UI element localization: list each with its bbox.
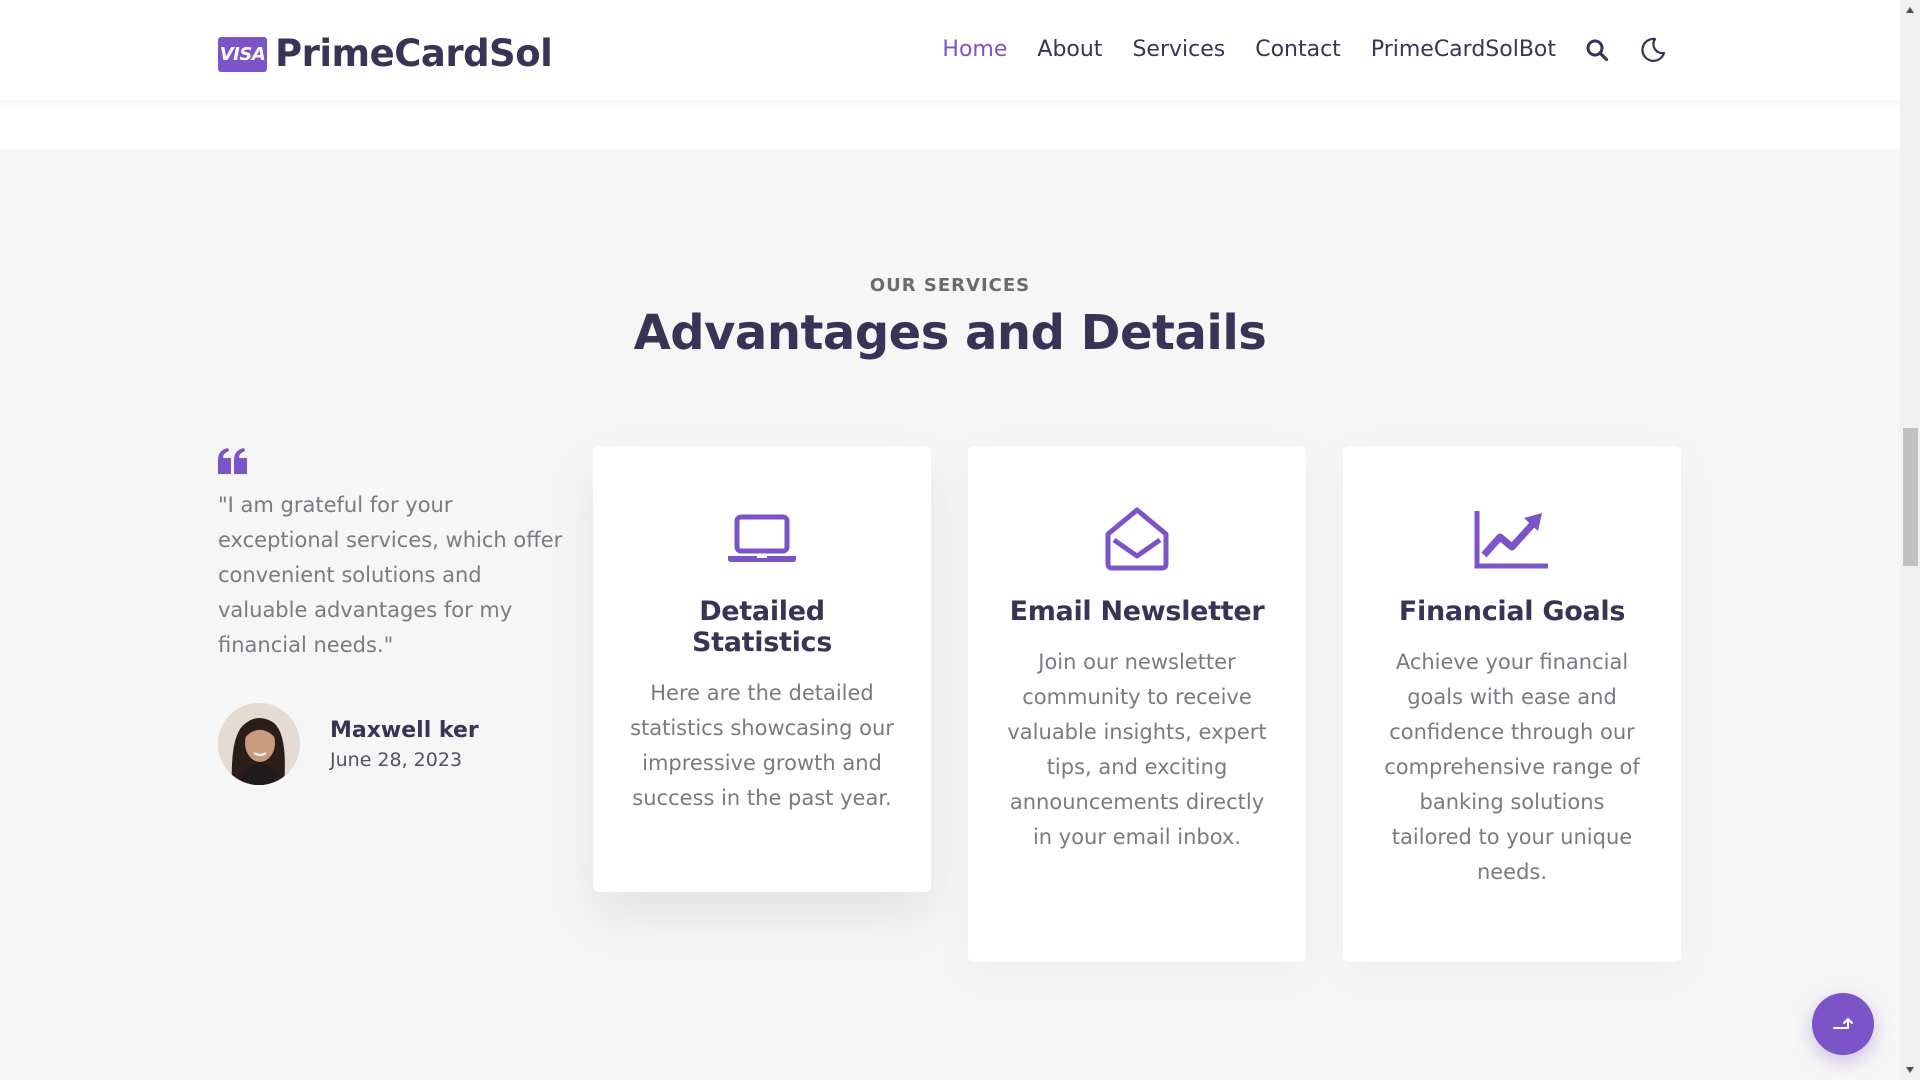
nav-home[interactable]: Home	[942, 30, 1007, 70]
nav-contact[interactable]: Contact	[1255, 30, 1341, 70]
card-text: Here are the detailed statistics showcas…	[630, 681, 894, 810]
site-header: VISA PrimeCardSol Home About Services Co…	[0, 0, 1900, 100]
main-nav: Home About Services Contact PrimeCardSol…	[912, 30, 1668, 70]
section-eyebrow: OUR SERVICES	[869, 275, 1031, 296]
hero-bottom-band	[0, 100, 1900, 149]
testimonial-author: Maxwell ker June 28, 2023	[218, 703, 563, 785]
author-date: June 28, 2023	[330, 748, 463, 771]
card-text: Join our newsletter community to receive…	[1007, 650, 1267, 849]
author-info: Maxwell ker June 28, 2023	[330, 718, 479, 771]
nav-services[interactable]: Services	[1132, 30, 1225, 70]
moon-icon[interactable]	[1638, 35, 1668, 65]
author-name: Maxwell ker	[330, 717, 479, 743]
service-card-statistics: Detailed Statistics Here are the detaile…	[593, 446, 931, 892]
back-to-top-button[interactable]	[1812, 993, 1874, 1055]
section-title: Advantages and Details	[633, 305, 1267, 361]
scroll-down-arrow-icon[interactable]	[1900, 1060, 1920, 1080]
visa-badge: VISA	[218, 36, 267, 72]
card-title: Email Newsletter	[1009, 596, 1265, 627]
avatar	[218, 703, 300, 785]
quote-icon	[218, 448, 248, 474]
card-title: Detailed Statistics	[691, 596, 833, 658]
search-icon[interactable]	[1582, 35, 1612, 65]
service-card-goals: Financial Goals Achieve your financial g…	[1343, 446, 1681, 962]
nav-bot[interactable]: PrimeCardSolBot	[1371, 30, 1556, 70]
chart-line-icon	[1379, 506, 1645, 572]
arrow-up-icon	[1833, 1018, 1853, 1029]
nav-about[interactable]: About	[1037, 30, 1102, 70]
scroll-thumb[interactable]	[1903, 428, 1918, 566]
card-title: Financial Goals	[1398, 596, 1626, 627]
logo-text: PrimeCardSol	[275, 32, 553, 75]
envelope-open-icon	[1004, 506, 1270, 572]
site-logo[interactable]: VISA PrimeCardSol	[218, 32, 553, 75]
scroll-up-arrow-icon[interactable]	[1900, 0, 1920, 20]
card-text: Achieve your financial goals with ease a…	[1384, 650, 1640, 884]
laptop-icon	[629, 506, 895, 572]
page-viewport: VISA PrimeCardSol Home About Services Co…	[0, 0, 1900, 1080]
service-card-newsletter: Email Newsletter Join our newsletter com…	[968, 446, 1306, 962]
page-scrollbar[interactable]	[1900, 0, 1920, 1080]
testimonial-quote: "I am grateful for your exceptional serv…	[218, 493, 563, 657]
testimonial: "I am grateful for your exceptional serv…	[218, 448, 563, 785]
